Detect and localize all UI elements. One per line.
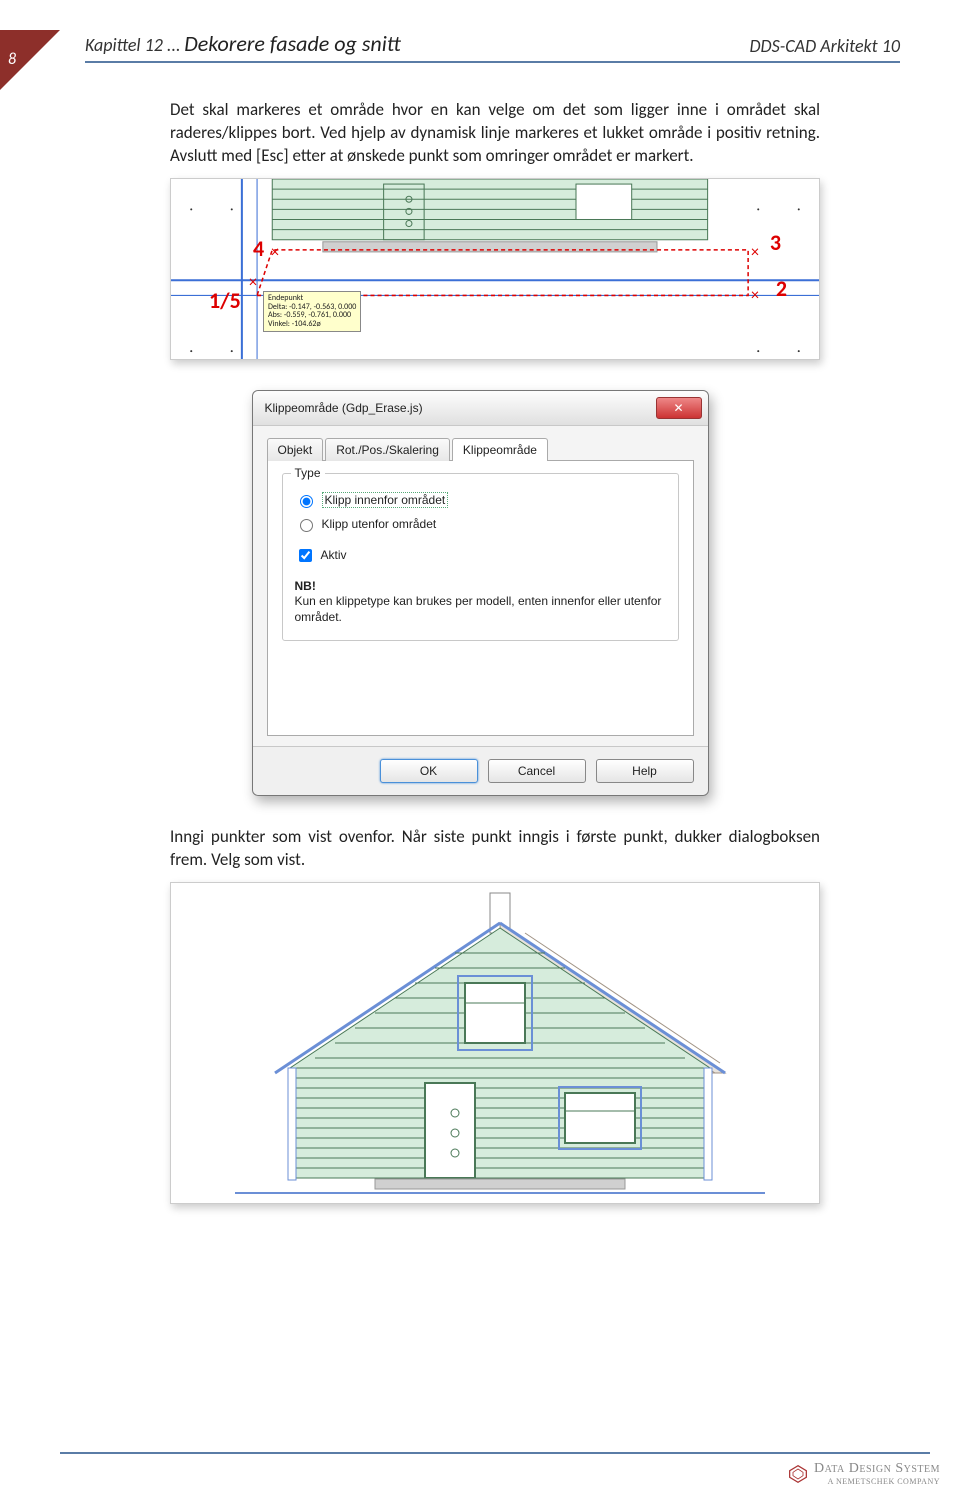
footer-rule <box>60 1452 930 1454</box>
product-name: DDS-CAD Arkitekt 10 <box>749 35 900 57</box>
house-svg <box>171 883 819 1203</box>
close-icon: ✕ <box>673 401 683 415</box>
footer-tagline: A NEMETSCHEK COMPANY <box>814 1477 940 1486</box>
close-button[interactable]: ✕ <box>656 397 702 419</box>
paragraph-1: Det skal markeres et område hvor en kan … <box>170 99 820 168</box>
figure-marking-area: 4 × 3 × 2 × 1/5 × Endepunkt Delta: -0.14… <box>170 178 820 360</box>
endpoint-tooltip: Endepunkt Delta: -0.147, -0.563, 0.000 A… <box>263 291 361 332</box>
point-x-4: × <box>271 243 279 262</box>
clip-area-dialog: Klippeområde (Gdp_Erase.js) ✕ Objekt Rot… <box>252 390 709 796</box>
point-label-4: 4 <box>253 235 264 262</box>
page-number: 8 <box>8 50 16 69</box>
tab-rot-pos-skalering[interactable]: Rot./Pos./Skalering <box>325 438 450 461</box>
dialog-title: Klippeområde (Gdp_Erase.js) <box>265 401 423 415</box>
radio-clip-outside-label: Klipp utenfor området <box>322 517 437 531</box>
point-x-2: × <box>751 286 759 305</box>
page-footer: Data Design System A NEMETSCHEK COMPANY <box>788 1461 940 1486</box>
checkbox-active-label: Aktiv <box>321 548 347 562</box>
paragraph-2: Inngi punkter som vist ovenfor. Når sist… <box>170 826 820 872</box>
checkbox-active[interactable] <box>299 549 312 562</box>
chapter-prefix: Kapittel 12 ... <box>85 34 181 56</box>
point-label-3: 3 <box>770 229 781 256</box>
tab-objekt[interactable]: Objekt <box>267 438 324 461</box>
note-text: Kun en klippetype kan brukes per modell,… <box>295 594 662 624</box>
chapter-title: Dekorere fasade og snitt <box>184 30 401 57</box>
figure1-drawing <box>171 179 819 360</box>
point-x-3: × <box>751 243 759 262</box>
help-button[interactable]: Help <box>596 759 694 783</box>
figure-house-elevation <box>170 882 820 1204</box>
tab-klippeomrade[interactable]: Klippeområde <box>452 438 548 461</box>
radio-clip-inside-label: Klipp innenfor området <box>322 492 449 508</box>
page-header: Kapittel 12 ... Dekorere fasade og snitt… <box>85 30 900 63</box>
radio-clip-inside[interactable] <box>300 495 313 508</box>
tooltip-angle: Vinkel: -104.62ø <box>268 320 356 329</box>
cancel-button[interactable]: Cancel <box>488 759 586 783</box>
point-label-2: 2 <box>776 275 787 302</box>
ok-button[interactable]: OK <box>380 759 478 783</box>
point-label-1-5: 1/5 <box>209 287 241 314</box>
dds-logo-icon <box>788 1464 808 1484</box>
point-x-1: × <box>249 273 257 292</box>
footer-company: Data Design System <box>814 1461 940 1476</box>
group-type-label: Type <box>291 466 325 480</box>
note-label: NB! <box>295 579 316 593</box>
radio-clip-outside[interactable] <box>300 519 313 532</box>
